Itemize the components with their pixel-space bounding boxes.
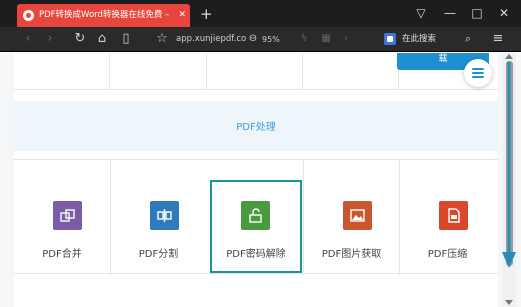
apps-icon[interactable]: ▦: [318, 31, 334, 47]
search-engine-icon[interactable]: [384, 33, 396, 45]
scroll-up-arrow-icon[interactable]: [505, 54, 513, 59]
unlock-icon: [241, 201, 270, 230]
tool-pdf-compress[interactable]: PDF压缩: [399, 160, 495, 275]
previous-tool-cell[interactable]: [14, 53, 110, 90]
tool-label: PDF图片获取: [321, 249, 382, 260]
page-content: 载 PDF处理 PDF合并 PDF分割 PDF密码解除 PDF图片获取 PDF压…: [14, 53, 498, 307]
scroll-down-arrow-icon[interactable]: [505, 300, 513, 305]
address-bar[interactable]: app.xunjiepdf.co: [176, 33, 246, 46]
tool-pdf-merge[interactable]: PDF合并: [14, 160, 110, 275]
tab-list-icon[interactable]: ▽: [412, 4, 430, 22]
scrollbar-thumb[interactable]: [506, 61, 513, 266]
reader-icon[interactable]: ▯: [118, 31, 134, 47]
section-header: PDF处理: [14, 101, 498, 151]
reload-icon[interactable]: ↻: [72, 31, 88, 47]
star-icon[interactable]: ☆: [154, 31, 170, 47]
web-page: 载 PDF处理 PDF合并 PDF分割 PDF密码解除 PDF图片获取 PDF压…: [0, 53, 521, 307]
tool-pdf-unlock[interactable]: PDF密码解除: [210, 180, 302, 273]
pdf-tools-grid: PDF合并 PDF分割 PDF密码解除 PDF图片获取 PDF压缩: [14, 159, 498, 275]
floating-menu-button[interactable]: [464, 59, 492, 87]
back-icon[interactable]: ‹: [20, 31, 36, 47]
split-icon: [150, 201, 179, 230]
tool-pdf-split[interactable]: PDF分割: [110, 160, 206, 275]
image-icon: [343, 201, 372, 230]
tool-label: PDF合并: [42, 249, 82, 260]
section-title: PDF处理: [236, 122, 276, 133]
tab-title: PDF转换成Word转换器在线免费 –: [39, 10, 170, 20]
compress-icon: [439, 201, 468, 230]
browser-titlebar: PDF转换成Word转换器在线免费 – ✕ + ▽ — □ ✕: [0, 0, 521, 27]
browser-toolbar: ‹ › ↻ ⌂ ▯ ☆ app.xunjiepdf.co ⊖ 95% ϟ ▦ ›…: [0, 27, 521, 52]
zoom-level[interactable]: 95%: [262, 33, 280, 46]
previous-tool-cell[interactable]: [303, 53, 399, 90]
vertical-scrollbar[interactable]: [503, 53, 516, 307]
browser-tab[interactable]: PDF转换成Word转换器在线免费 – ✕: [17, 4, 190, 27]
flash-icon[interactable]: ϟ: [296, 31, 312, 47]
minimize-button[interactable]: —: [441, 4, 459, 22]
close-window-button[interactable]: ✕: [495, 4, 513, 22]
tool-pdf-image-extract[interactable]: PDF图片获取: [303, 160, 399, 275]
forward-icon[interactable]: ›: [42, 31, 58, 47]
previous-tool-cell[interactable]: [110, 53, 207, 90]
tab-favicon-icon: [23, 10, 34, 21]
zoom-icon[interactable]: ⊖: [245, 31, 261, 47]
tool-label: PDF分割: [138, 249, 179, 260]
tool-label: PDF压缩: [427, 249, 468, 260]
search-icon[interactable]: ⌕: [460, 31, 476, 47]
merge-icon: [53, 201, 82, 230]
chevron-right-icon[interactable]: ›: [338, 31, 354, 47]
home-icon[interactable]: ⌂: [94, 31, 110, 47]
previous-tool-cell[interactable]: [207, 53, 303, 90]
tool-label: PDF密码解除: [226, 249, 286, 260]
tab-close-icon[interactable]: ✕: [178, 4, 186, 27]
search-box[interactable]: 在此搜索: [402, 33, 436, 46]
menu-icon[interactable]: ≡: [490, 31, 506, 47]
previous-tools-row: 载: [14, 53, 498, 90]
new-tab-button[interactable]: +: [200, 4, 213, 24]
maximize-button[interactable]: □: [468, 4, 486, 22]
